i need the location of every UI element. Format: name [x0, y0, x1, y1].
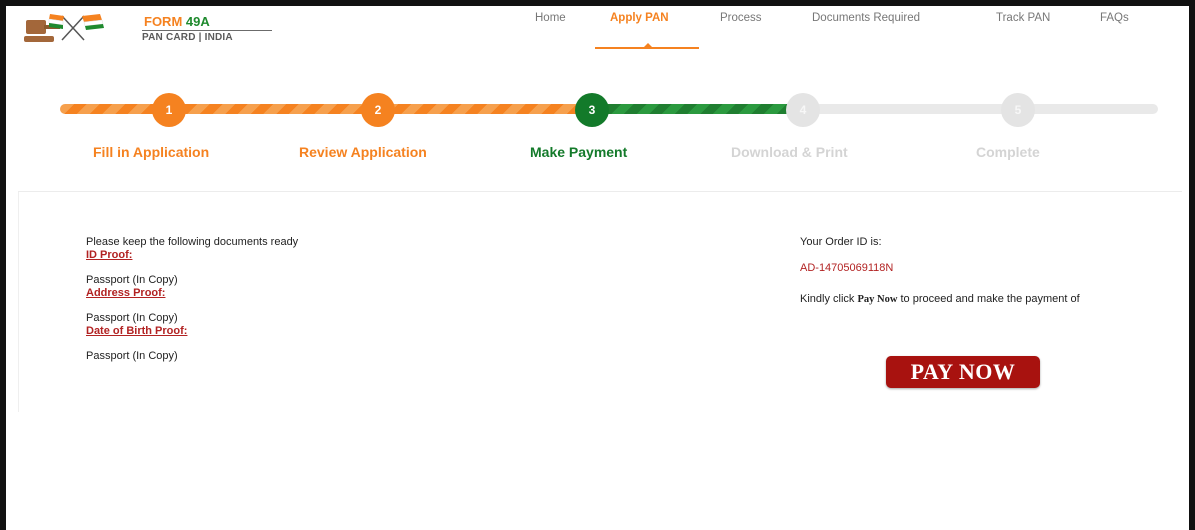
nav-process[interactable]: Process [720, 12, 762, 24]
step-5-label: Complete [976, 144, 1040, 160]
payment-instruction-emphasis: Pay Now [857, 294, 898, 305]
order-panel: Your Order ID is: AD-14705069118N Kindly… [800, 236, 1100, 307]
step-1-circle: 1 [152, 93, 186, 127]
id-proof-heading: ID Proof: [86, 249, 133, 261]
id-proof-value: Passport (In Copy) [86, 274, 178, 286]
step-4-circle: 4 [786, 93, 820, 127]
payment-instruction: Kindly click Pay Now to proceed and make… [800, 292, 1100, 307]
dob-proof-value: Passport (In Copy) [86, 350, 178, 362]
nav-active-underline [595, 47, 699, 49]
step-connector-0 [60, 104, 166, 114]
step-3-label: Make Payment [530, 144, 628, 160]
step-connector-1 [168, 104, 378, 114]
payment-instruction-after: to proceed and make the payment of [897, 293, 1080, 305]
step-4-label: Download & Print [731, 144, 848, 160]
address-proof-value: Passport (In Copy) [86, 312, 178, 324]
payment-instruction-before: Kindly click [800, 293, 858, 305]
documents-required-panel: Please keep the following documents read… [86, 236, 486, 363]
documents-intro: Please keep the following documents read… [86, 236, 299, 248]
section-divider [18, 191, 1182, 192]
content-left-border [18, 192, 19, 412]
step-1-label: Fill in Application [93, 144, 210, 160]
order-id-label: Your Order ID is: [800, 236, 882, 248]
step-connector-2 [378, 104, 592, 114]
address-proof-heading: Address Proof: [86, 287, 166, 299]
step-3-circle: 3 [575, 93, 609, 127]
nav-faqs[interactable]: FAQs [1100, 12, 1129, 24]
step-2-circle: 2 [361, 93, 395, 127]
step-connector-4 [802, 104, 1018, 114]
nav-apply-pan[interactable]: Apply PAN [610, 12, 669, 24]
step-5-circle: 5 [1001, 93, 1035, 127]
dob-proof-heading: Date of Birth Proof: [86, 325, 188, 337]
step-2-label: Review Application [299, 144, 427, 160]
main-nav: Home Apply PAN Process Documents Require… [0, 12, 1195, 52]
progress-stepper: 1 2 3 4 5 Fill in Application Review App… [0, 84, 1195, 174]
nav-home[interactable]: Home [535, 12, 566, 24]
step-connector-3 [592, 104, 802, 114]
pay-now-button[interactable]: PAY NOW [886, 356, 1040, 388]
nav-track-pan[interactable]: Track PAN [996, 12, 1050, 24]
step-connector-5 [1018, 104, 1158, 114]
order-id-value: AD-14705069118N [800, 262, 894, 274]
nav-documents-required[interactable]: Documents Required [812, 12, 920, 24]
